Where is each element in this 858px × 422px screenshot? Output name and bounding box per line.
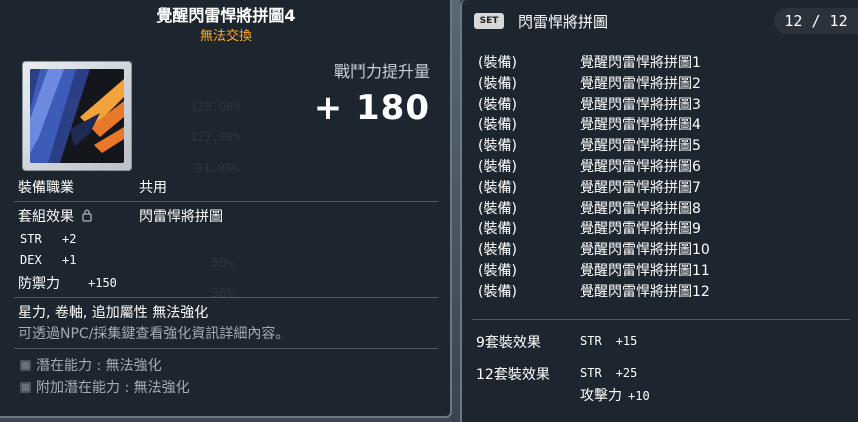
item-name: 覺醒閃雷悍將拼圖10: [580, 242, 710, 259]
item-name: 覺醒閃雷悍將拼圖4: [580, 117, 701, 134]
set-bonus-label: 12套裝效果: [476, 367, 550, 383]
set-count: 12 / 12: [774, 8, 858, 34]
combat-power-value: + 180: [313, 88, 430, 128]
stat-name: STR: [20, 232, 42, 246]
trade-restriction: 無法交換: [199, 29, 252, 44]
item-category: (裝備): [478, 138, 517, 155]
bonus-stat-value: +25: [615, 366, 638, 380]
bonus-stat-name: 攻擊力: [580, 388, 622, 404]
potential-row: 潛在能力 : 無法強化: [20, 355, 162, 375]
divider: [472, 319, 850, 320]
bonus-stat-value: +10: [628, 389, 650, 403]
bonus-stat-name: STR: [580, 366, 602, 380]
item-category: (裝備): [478, 262, 517, 279]
potential-text: 潛在能力 : 無法強化: [36, 358, 162, 374]
set-tooltip: SET 閃雷悍將拼圖 12 / 12 (裝備) 覺醒閃雷悍將拼圖1 (裝備) 覺醒閃…: [460, 0, 858, 422]
item-category: (裝備): [478, 283, 517, 300]
set-badge: SET: [474, 13, 504, 29]
item-name: 覺醒閃雷悍將拼圖9: [580, 221, 701, 238]
item-category: (裝備): [478, 200, 517, 217]
background-text: 91.00%: [196, 161, 240, 175]
item-name: 覺醒閃雷悍將拼圖2: [580, 75, 701, 92]
item-name: 覺醒閃雷悍將拼圖3: [580, 96, 701, 113]
set-bonus-label: 9套裝效果: [476, 335, 541, 351]
enhance-note: 星力, 卷軸, 追加屬性 無法強化: [18, 305, 209, 321]
background-text: 127.00%: [190, 130, 241, 144]
item-category: (裝備): [478, 75, 517, 92]
set-bonus-stat: 攻擊力 +10: [580, 385, 664, 405]
divider: [14, 201, 438, 202]
background-text: 120.00%: [190, 100, 241, 114]
divider: [14, 348, 438, 349]
stat-value: +2: [62, 232, 77, 246]
background-divider: [452, 0, 460, 422]
set-bonus-stat: STR +25: [580, 366, 651, 381]
lock-icon: [82, 209, 93, 222]
bonus-potential-bullet-icon: [20, 382, 31, 393]
item-name: 覺醒閃雷悍將拼圖6: [580, 158, 701, 175]
item-title: 覺醒閃雷悍將拼圖4: [156, 6, 296, 25]
item-name: 覺醒閃雷悍將拼圖8: [580, 200, 701, 217]
item-tooltip: 120.00% 127.00% 91.00% 50% 30% 覺醒閃雷悍將拼圖4…: [0, 0, 452, 418]
item-name: 覺醒閃雷悍將拼圖11: [580, 262, 710, 279]
item-category: (裝備): [478, 158, 517, 175]
item-category: (裝備): [478, 179, 517, 196]
bonus-stat-name: STR: [580, 334, 602, 348]
defense-label: 防禦力: [18, 276, 60, 292]
bonus-stat-value: +15: [615, 334, 638, 348]
item-category: (裝備): [478, 242, 517, 259]
bonus-potential-text: 附加潛在能力 : 無法強化: [36, 380, 190, 396]
item-name: 覺醒閃雷悍將拼圖12: [580, 283, 710, 300]
item-icon-frame: [22, 61, 132, 171]
background-text: 50%: [212, 256, 234, 270]
item-name: 覺醒閃雷悍將拼圖7: [580, 179, 701, 196]
bonus-potential-row: 附加潛在能力 : 無法強化: [20, 377, 190, 397]
item-name: 覺醒閃雷悍將拼圖5: [580, 138, 701, 155]
set-bonus-stat: STR +15: [580, 334, 651, 349]
set-name: 閃雷悍將拼圖: [518, 13, 609, 31]
set-effect-row: 套組效果: [18, 206, 93, 226]
stat-name: DEX: [20, 253, 42, 267]
divider: [14, 297, 438, 298]
item-name: 覺醒閃雷悍將拼圖1: [580, 55, 701, 71]
item-category: (裝備): [478, 117, 517, 134]
item-category: (裝備): [478, 221, 517, 238]
potential-bullet-icon: [20, 360, 31, 371]
set-effect-value: 閃雷悍將拼圖: [139, 209, 223, 225]
defense-value: +150: [88, 276, 117, 290]
puzzle-piece-icon: [30, 69, 124, 163]
combat-power-label: 戰鬥力提升量: [333, 62, 430, 81]
item-category: (裝備): [478, 96, 517, 113]
info-note: 可透過NPC/採集鍵查看強化資訊詳細內容。: [18, 326, 290, 342]
stat-value: +1: [62, 253, 77, 267]
item-category: (裝備): [478, 55, 517, 71]
job-label: 裝備職業: [18, 180, 74, 196]
job-value: 共用: [139, 180, 167, 196]
set-effect-label: 套組效果: [18, 209, 74, 225]
